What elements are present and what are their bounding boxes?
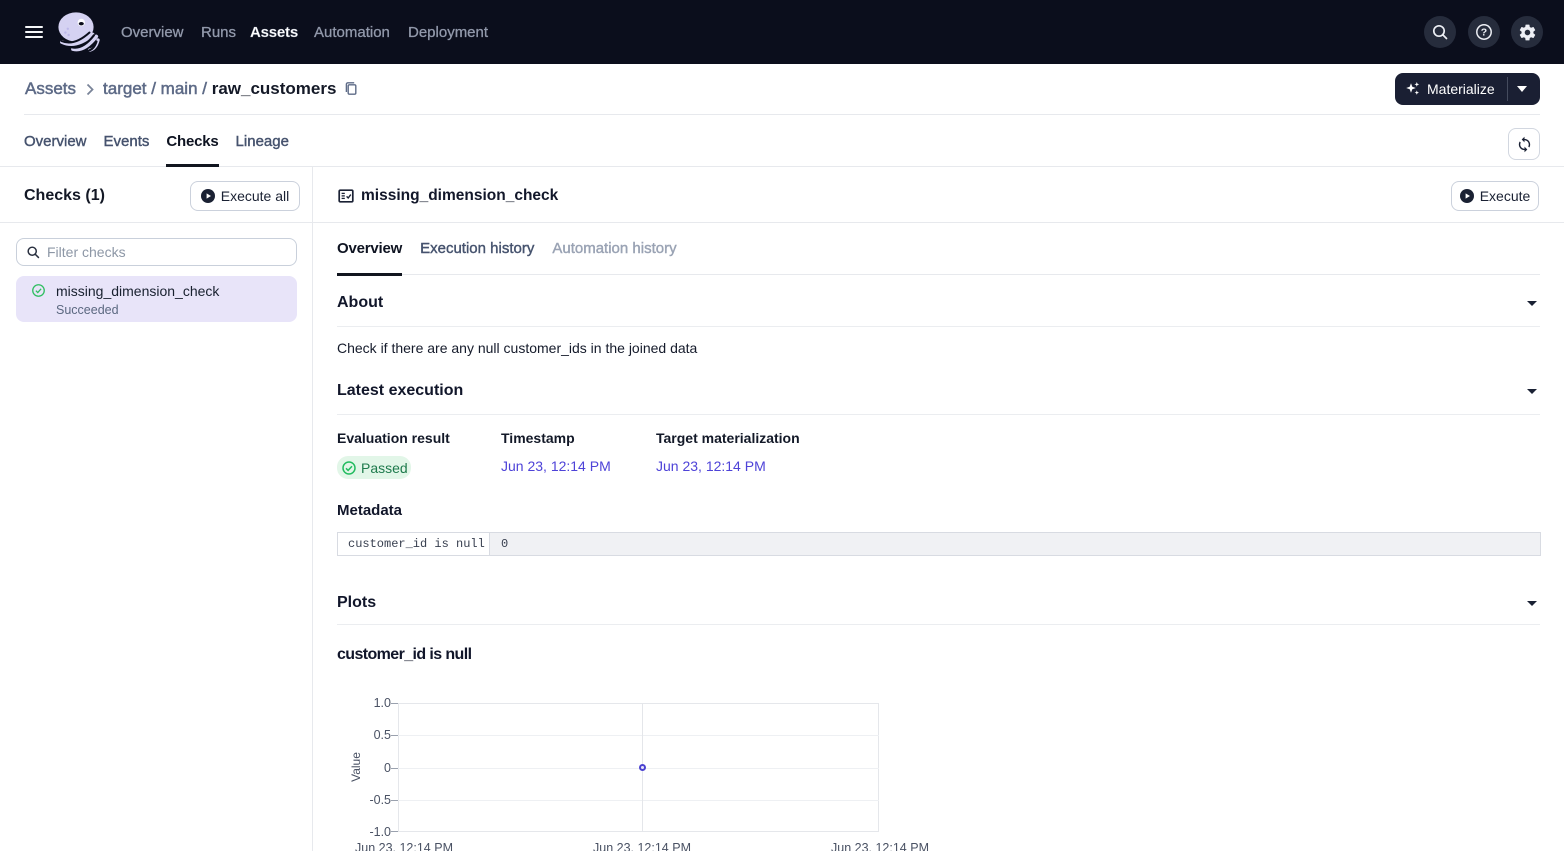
svg-text:?: ? bbox=[1481, 27, 1487, 39]
